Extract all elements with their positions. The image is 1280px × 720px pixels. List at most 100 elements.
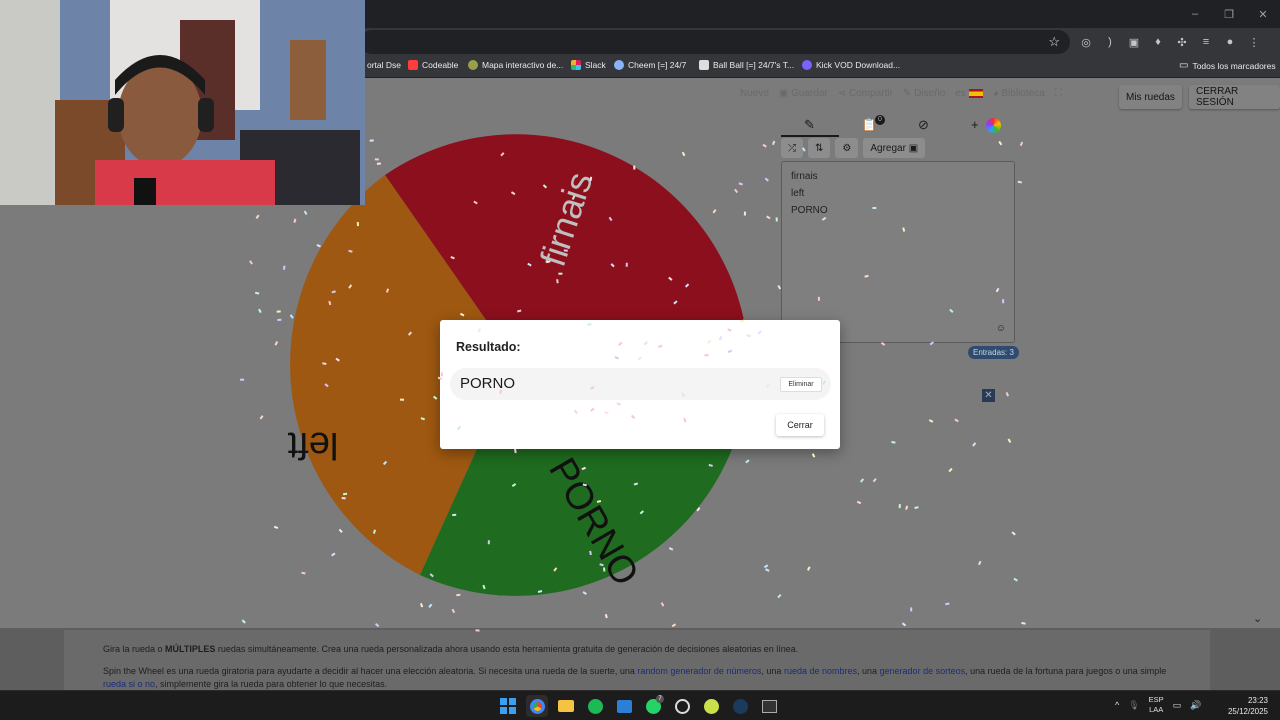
settings-button[interactable]: ⚙ xyxy=(835,138,859,158)
bookmark-slack[interactable]: Slack xyxy=(571,60,606,70)
page-icon xyxy=(699,60,709,70)
pencil-icon: ✎ xyxy=(902,88,912,99)
guardar-link[interactable]: ▣ Guardar xyxy=(779,88,828,99)
top-nav: Nuevo ▣ Guardar ⋖ Compartir ✎ Diseño es … xyxy=(740,88,1062,99)
kick-icon xyxy=(802,60,812,70)
link-sorteos[interactable]: generador de sorteos xyxy=(880,666,966,676)
file-explorer-icon[interactable] xyxy=(555,695,577,717)
app-icon[interactable] xyxy=(700,695,722,717)
volume-icon[interactable]: 🔊 xyxy=(1190,700,1201,711)
taskbar-clock[interactable]: 23:23 25/12/2025 xyxy=(1228,695,1268,717)
restore-button[interactable]: ❐ xyxy=(1212,0,1246,28)
shuffle-button[interactable]: ⤮ xyxy=(781,138,803,158)
mis-ruedas-button[interactable]: Mis ruedas xyxy=(1119,85,1182,109)
webcam-overlay xyxy=(0,0,365,205)
profile-avatar-icon[interactable]: ● xyxy=(1222,34,1238,50)
cerrar-sesion-button[interactable]: CERRAR SESIÓN xyxy=(1189,85,1280,109)
description-line-1: Gira la rueda o MÚLTIPLES ruedas simultá… xyxy=(103,644,799,654)
gear-icon: ⚙ xyxy=(842,142,852,154)
bookmark-kick[interactable]: Kick VOD Download... xyxy=(802,60,900,70)
link-random-numbers[interactable]: random generador de números xyxy=(637,666,761,676)
share-icon: ⋖ xyxy=(837,88,847,99)
close-window-button[interactable]: ✕ xyxy=(1246,0,1280,28)
entries-textarea[interactable]: firnais left PORNO ☺ xyxy=(781,161,1015,343)
chrome-icon[interactable] xyxy=(526,695,548,717)
shuffle-icon: ⤮ xyxy=(788,142,796,154)
bookmark-ballball[interactable]: Ball Ball [=] 24/7's T... xyxy=(699,60,794,70)
editor-tabs: ✎ 📋 0 ⊘ + xyxy=(781,115,1015,137)
windows-start-icon[interactable] xyxy=(497,695,519,717)
compartir-link[interactable]: ⋖ Compartir xyxy=(838,88,893,99)
all-bookmarks-folder[interactable]: ▭ Todos los marcadores xyxy=(1179,60,1276,71)
tray-chevron-icon[interactable]: ^ xyxy=(1115,700,1119,710)
wheel-label-left: left xyxy=(287,424,338,466)
link-rueda-nombres[interactable]: rueda de nombres xyxy=(784,666,857,676)
slack-icon xyxy=(571,60,581,70)
link-si-o-no[interactable]: rueda si o no xyxy=(103,679,155,689)
sort-icon: ⇅ xyxy=(815,142,824,154)
steam-icon[interactable] xyxy=(729,695,751,717)
entries-count-badge: Entradas: 3 xyxy=(968,346,1019,359)
diseno-link[interactable]: ✎ Diseño xyxy=(903,88,945,99)
flame-extension-icon[interactable]: ♦ xyxy=(1150,34,1166,50)
image-icon: ▣ xyxy=(908,142,919,154)
result-dialog: Resultado: PORNO Eliminar Cerrar xyxy=(440,320,840,449)
spain-flag-icon xyxy=(968,88,983,98)
add-wheel-icon[interactable]: + xyxy=(971,117,979,132)
screenshot-icon[interactable]: ▣ xyxy=(1126,34,1142,50)
agregar-image-button[interactable]: Agregar ▣ xyxy=(863,138,926,158)
incognito-icon[interactable]: ◎ xyxy=(1078,34,1094,50)
dialog-title: Resultado: xyxy=(456,340,521,354)
folder-icon: ▭ xyxy=(1179,60,1189,71)
minimize-button[interactable]: – xyxy=(1178,0,1212,28)
save-icon: ▣ xyxy=(778,88,789,99)
emoji-icon[interactable]: ☺ xyxy=(996,323,1006,334)
result-value: PORNO xyxy=(460,375,516,392)
chevron-down-icon[interactable]: ⌄ xyxy=(1253,612,1262,625)
entry-item: firnais xyxy=(791,171,818,182)
wifi-extension-icon[interactable]: ) xyxy=(1102,34,1118,50)
whatsapp-badge: 7 xyxy=(656,695,664,703)
language-indicator[interactable]: ESP LAA xyxy=(1149,695,1164,715)
sort-button[interactable]: ⇅ xyxy=(808,138,831,158)
bookmark-cheem[interactable]: Cheem [=] 24/7 xyxy=(614,60,686,70)
bookmark-star-icon[interactable]: ☆ xyxy=(1048,34,1060,50)
biblioteca-link[interactable]: ◕ Biblioteca xyxy=(993,88,1045,99)
hide-eye-icon[interactable]: ⊘ xyxy=(918,117,929,133)
spotify-icon[interactable] xyxy=(584,695,606,717)
omnibox[interactable]: ☆ xyxy=(360,30,1070,54)
whatsapp-icon[interactable]: 7 xyxy=(642,695,664,717)
bookmark-codeable[interactable]: Codeable xyxy=(408,60,458,70)
close-x-icon[interactable]: ✕ xyxy=(982,389,995,402)
extension-icons: ◎ ) ▣ ♦ ✣ ≡ ● ⋮ xyxy=(1078,34,1262,50)
microphone-icon[interactable]: 🎙 xyxy=(1128,700,1139,711)
eliminar-button[interactable]: Eliminar xyxy=(780,377,822,392)
window-controls: – ❐ ✕ xyxy=(1178,0,1280,28)
youtube-icon xyxy=(408,60,418,70)
webcam-image xyxy=(0,0,365,205)
result-bar: PORNO Eliminar xyxy=(450,368,831,400)
entry-item: PORNO xyxy=(791,205,828,216)
active-tab-indicator xyxy=(781,135,839,137)
edit-pencil-icon[interactable]: ✎ xyxy=(804,117,815,133)
cerrar-dialog-button[interactable]: Cerrar xyxy=(776,414,824,436)
bookmark-mapa[interactable]: Mapa interactivo de... xyxy=(468,60,563,70)
media-icon[interactable]: ≡ xyxy=(1198,34,1214,50)
obs-icon[interactable] xyxy=(671,695,693,717)
color-wheel-icon[interactable] xyxy=(986,118,1001,133)
globe-icon: ◕ xyxy=(992,88,999,99)
puzzle-icon[interactable]: ✣ xyxy=(1174,34,1190,50)
description-line-2: Spin the Wheel es una rueda giratoria pa… xyxy=(103,666,1167,689)
steam-icon xyxy=(614,60,624,70)
language-selector[interactable]: es xyxy=(955,88,983,99)
network-icon[interactable]: ▭ xyxy=(1173,700,1182,711)
windows-taskbar: 7 ^ 🎙 ESP LAA ▭ 🔊 23:23 25/12/2025 xyxy=(0,690,1280,720)
kebab-menu-icon[interactable]: ⋮ xyxy=(1246,34,1262,50)
nuevo-link[interactable]: Nuevo xyxy=(740,88,769,99)
system-tray: ^ 🎙 ESP LAA ▭ 🔊 xyxy=(1115,695,1201,715)
photos-icon[interactable] xyxy=(613,695,635,717)
fullscreen-icon[interactable]: ⛶ xyxy=(1055,88,1062,99)
bookmark-portal[interactable]: ortal Dse xyxy=(367,60,401,70)
terminal-icon[interactable] xyxy=(758,695,780,717)
entry-item: left xyxy=(791,188,805,199)
